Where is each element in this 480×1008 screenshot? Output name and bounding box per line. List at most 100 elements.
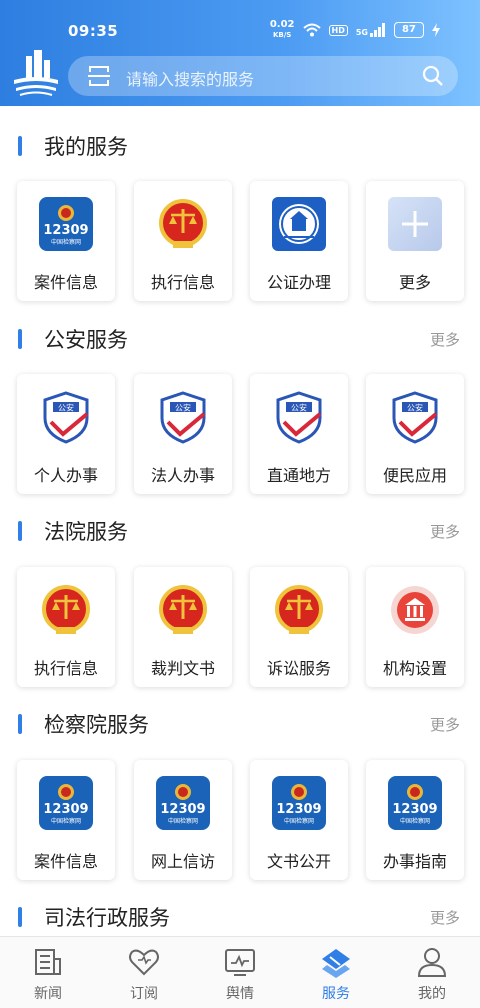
svg-text:12309: 12309: [276, 802, 321, 817]
police-shield-icon: 公安: [276, 391, 322, 444]
service-icon: [322, 949, 350, 978]
service-card-convenience-apps[interactable]: 公安 便民应用: [366, 374, 464, 494]
procuratorate-12309-icon: 12309 中国检察网: [156, 776, 210, 830]
section-title-procuratorate-services: 检察院服务: [18, 710, 149, 738]
service-card-label: 公证办理: [266, 273, 331, 292]
service-card-guide[interactable]: 12309 中国检察网 办事指南: [366, 760, 464, 880]
court-emblem-icon: [275, 585, 323, 634]
procuratorate-12309-icon: 12309 中国检察网: [39, 776, 93, 830]
service-card-litigation[interactable]: 诉讼服务: [250, 567, 348, 687]
service-card-institutions[interactable]: 机构设置: [366, 567, 464, 687]
plus-icon: [388, 197, 442, 251]
court-emblem-icon: [159, 199, 207, 248]
tab-public-opinion[interactable]: 舆情: [210, 943, 270, 1003]
service-card-judgments[interactable]: 裁判文书: [134, 567, 232, 687]
svg-text:中国检察网: 中国检察网: [168, 817, 198, 825]
svg-text:12309: 12309: [43, 223, 88, 238]
service-card-court-execution[interactable]: 执行信息: [17, 567, 115, 687]
svg-text:公安: 公安: [58, 403, 74, 413]
user-icon: [417, 948, 447, 977]
service-card-label: 便民应用: [382, 466, 447, 485]
search-input[interactable]: 请输入搜索的服务: [126, 66, 254, 90]
bottom-tab-bar: 新闻 订阅 舆情 服务 我的: [0, 936, 480, 1008]
svg-text:中国检察网: 中国检察网: [51, 817, 81, 825]
svg-text:公安: 公安: [175, 403, 191, 413]
net-speed: 0.02 KB/S: [269, 19, 295, 40]
service-card-case-info[interactable]: 12309 中国检察网 案件信息: [17, 181, 115, 301]
section-title-police-services: 公安服务: [18, 325, 128, 353]
svg-text:12309: 12309: [392, 802, 437, 817]
search-bar[interactable]: 请输入搜索的服务: [68, 56, 458, 96]
charging-icon: [432, 23, 440, 37]
scan-icon[interactable]: [88, 65, 110, 87]
tab-label: 我的: [418, 986, 446, 1002]
more-link-police[interactable]: 更多: [430, 329, 460, 350]
section-title-my-services: 我的服务: [18, 132, 128, 160]
svg-text:中国检察网: 中国检察网: [51, 238, 81, 246]
heart-icon: [129, 949, 159, 976]
svg-text:12309: 12309: [43, 802, 88, 817]
procuratorate-12309-icon: 12309 中国检察网: [39, 197, 93, 251]
service-card-label: 法人办事: [150, 466, 215, 485]
svg-text:公安: 公安: [291, 403, 307, 413]
signal-icon: 5G: [356, 23, 386, 37]
svg-text:中国检察网: 中国检察网: [400, 817, 430, 825]
news-icon: [35, 949, 61, 975]
police-shield-icon: 公安: [160, 391, 206, 444]
more-link-procuratorate[interactable]: 更多: [430, 714, 460, 735]
service-card-notary[interactable]: 公证办理: [250, 181, 348, 301]
tab-services[interactable]: 服务: [306, 943, 366, 1003]
service-card-label: 更多: [398, 273, 431, 292]
service-card-label: 个人办事: [33, 466, 98, 485]
service-card-corporate-affairs[interactable]: 公安 法人办事: [134, 374, 232, 494]
svg-text:中国检察网: 中国检察网: [284, 817, 314, 825]
section-title-court-services: 法院服务: [18, 517, 128, 545]
tab-label: 舆情: [226, 986, 254, 1002]
more-link-court[interactable]: 更多: [430, 521, 460, 542]
section-title-judicial-admin-services: 司法行政服务: [18, 903, 170, 931]
service-card-label: 网上信访: [150, 852, 215, 871]
app-header: 09:35 0.02 KB/S HD 5G 87 请输入搜索的服务: [0, 0, 480, 106]
service-card-label: 案件信息: [33, 273, 98, 292]
service-card-label: 诉讼服务: [266, 659, 331, 678]
court-emblem-icon: [159, 585, 207, 634]
status-bar: 09:35 0.02 KB/S HD 5G 87: [0, 18, 480, 46]
tab-label: 新闻: [34, 986, 62, 1002]
service-card-label: 裁判文书: [150, 659, 215, 678]
search-icon[interactable]: [422, 65, 444, 87]
monitor-icon: [225, 949, 255, 976]
service-card-procuratorate-case[interactable]: 12309 中国检察网 案件信息: [17, 760, 115, 880]
service-card-execution-info[interactable]: 执行信息: [134, 181, 232, 301]
app-logo-icon: [14, 50, 58, 96]
svg-text:公安: 公安: [407, 403, 423, 413]
service-card-more[interactable]: 更多: [366, 181, 464, 301]
procuratorate-12309-icon: 12309 中国检察网: [272, 776, 326, 830]
notary-emblem-icon: [272, 197, 326, 251]
service-card-personal-affairs[interactable]: 公安 个人办事: [17, 374, 115, 494]
wifi-icon: [302, 23, 321, 37]
service-card-online-petition[interactable]: 12309 中国检察网 网上信访: [134, 760, 232, 880]
service-card-label: 机构设置: [382, 659, 447, 678]
service-card-direct-local[interactable]: 公安 直通地方: [250, 374, 348, 494]
tab-subscribe[interactable]: 订阅: [114, 943, 174, 1003]
service-card-label: 直通地方: [266, 466, 331, 485]
service-card-label: 案件信息: [33, 852, 98, 871]
institution-building-icon: [391, 586, 439, 634]
service-card-label: 执行信息: [150, 273, 215, 292]
status-time: 09:35: [68, 22, 119, 40]
procuratorate-12309-icon: 12309 中国检察网: [388, 776, 442, 830]
service-card-label: 办事指南: [382, 852, 447, 871]
service-card-document-disclosure[interactable]: 12309 中国检察网 文书公开: [250, 760, 348, 880]
tab-mine[interactable]: 我的: [402, 943, 462, 1003]
service-card-label: 执行信息: [33, 659, 98, 678]
battery-indicator: 87: [394, 22, 424, 38]
police-shield-icon: 公安: [43, 391, 89, 444]
court-emblem-icon: [42, 585, 90, 634]
tab-label: 服务: [322, 986, 350, 1002]
tab-label: 订阅: [130, 986, 158, 1002]
svg-text:12309: 12309: [160, 802, 205, 817]
status-indicators: 0.02 KB/S HD 5G 87: [270, 20, 440, 40]
police-shield-icon: 公安: [392, 391, 438, 444]
tab-news[interactable]: 新闻: [18, 943, 78, 1003]
more-link-judicial-admin[interactable]: 更多: [430, 907, 460, 928]
